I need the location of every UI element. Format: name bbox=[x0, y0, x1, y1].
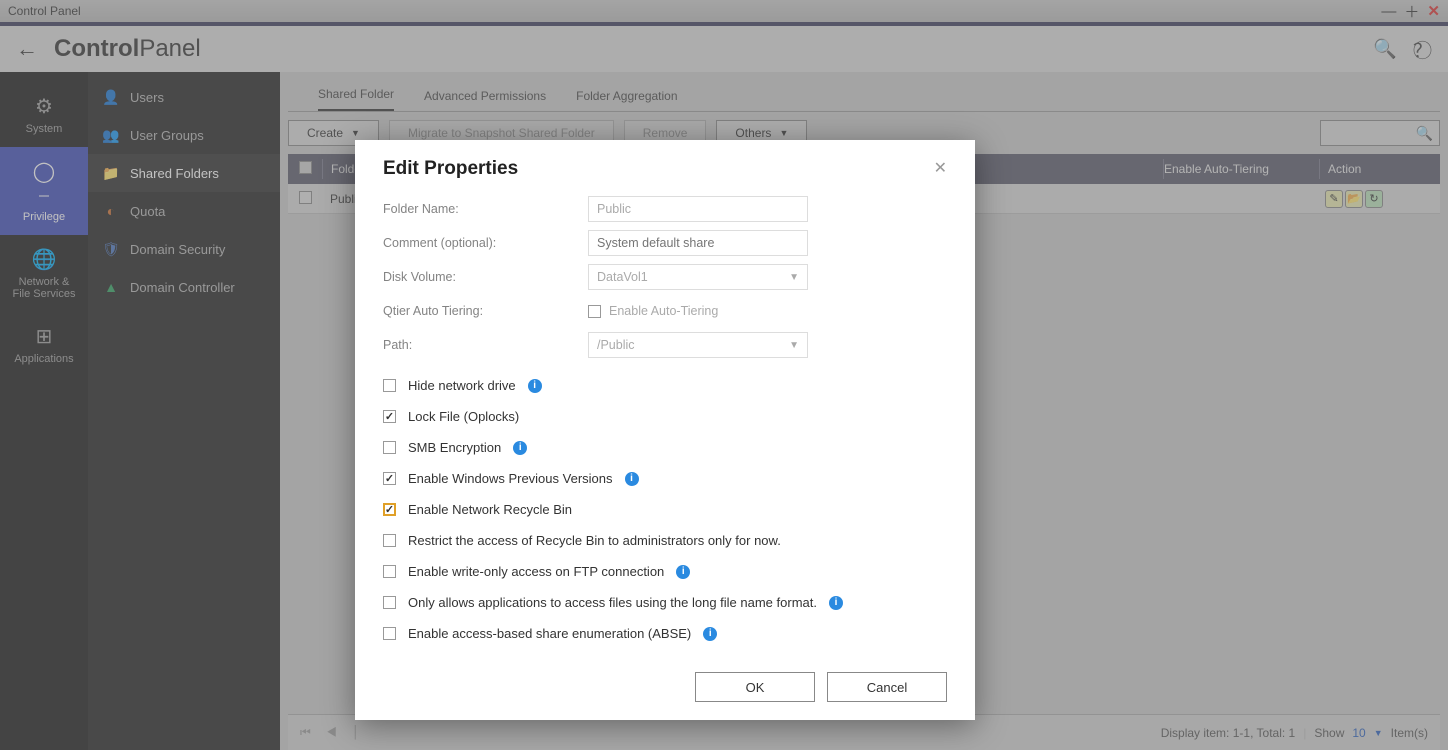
comment-field[interactable] bbox=[588, 230, 808, 256]
check-label: Enable Windows Previous Versions bbox=[408, 471, 613, 486]
check-label: Enable access-based share enumeration (A… bbox=[408, 626, 691, 641]
check-label: Restrict the access of Recycle Bin to ad… bbox=[408, 533, 781, 548]
check-label: Lock File (Oplocks) bbox=[408, 409, 519, 424]
edit-properties-dialog: Edit Properties ✕ Folder Name: Comment (… bbox=[355, 140, 975, 720]
smb-encryption-checkbox[interactable] bbox=[383, 441, 396, 454]
check-label: Hide network drive bbox=[408, 378, 516, 393]
check-label: Only allows applications to access files… bbox=[408, 595, 817, 610]
path-select[interactable]: /Public ▼ bbox=[588, 332, 808, 358]
auto-tier-checkbox[interactable] bbox=[588, 305, 601, 318]
restrict-recycle-checkbox[interactable] bbox=[383, 534, 396, 547]
folder-name-field[interactable] bbox=[588, 196, 808, 222]
long-name-checkbox[interactable] bbox=[383, 596, 396, 609]
dialog-body: Folder Name: Comment (optional): Disk Vo… bbox=[355, 184, 975, 662]
check-label: Enable Network Recycle Bin bbox=[408, 502, 572, 517]
info-icon[interactable]: i bbox=[513, 441, 527, 455]
select-value: DataVol1 bbox=[597, 270, 648, 284]
info-icon[interactable]: i bbox=[829, 596, 843, 610]
label-comment: Comment (optional): bbox=[383, 236, 588, 250]
dialog-title: Edit Properties bbox=[383, 158, 518, 180]
check-label: Enable write-only access on FTP connecti… bbox=[408, 564, 664, 579]
label-folder-name: Folder Name: bbox=[383, 202, 588, 216]
recycle-bin-checkbox[interactable] bbox=[383, 503, 396, 516]
info-icon[interactable]: i bbox=[528, 379, 542, 393]
chevron-down-icon: ▼ bbox=[789, 340, 799, 351]
info-icon[interactable]: i bbox=[676, 565, 690, 579]
ftp-write-checkbox[interactable] bbox=[383, 565, 396, 578]
ok-button[interactable]: OK bbox=[695, 672, 815, 702]
label-qtier: Qtier Auto Tiering: bbox=[383, 304, 588, 318]
previous-versions-checkbox[interactable] bbox=[383, 472, 396, 485]
auto-tier-label: Enable Auto-Tiering bbox=[609, 304, 718, 318]
label-path: Path: bbox=[383, 338, 588, 352]
chevron-down-icon: ▼ bbox=[789, 272, 799, 283]
check-label: SMB Encryption bbox=[408, 440, 501, 455]
abse-checkbox[interactable] bbox=[383, 627, 396, 640]
close-icon[interactable]: ✕ bbox=[934, 158, 947, 178]
info-icon[interactable]: i bbox=[703, 627, 717, 641]
dialog-footer: OK Cancel bbox=[355, 662, 975, 720]
volume-select[interactable]: DataVol1 ▼ bbox=[588, 264, 808, 290]
select-value: /Public bbox=[597, 338, 635, 352]
cancel-button[interactable]: Cancel bbox=[827, 672, 947, 702]
info-icon[interactable]: i bbox=[625, 472, 639, 486]
hide-drive-checkbox[interactable] bbox=[383, 379, 396, 392]
label-volume: Disk Volume: bbox=[383, 270, 588, 284]
lock-file-checkbox[interactable] bbox=[383, 410, 396, 423]
